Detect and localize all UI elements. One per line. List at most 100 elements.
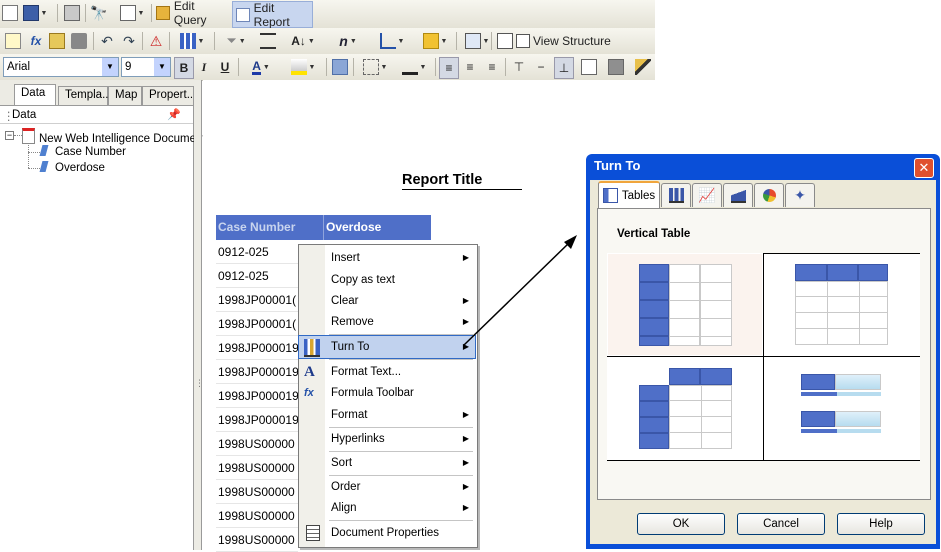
duplicate-button[interactable]: [496, 31, 514, 51]
tab-area-charts[interactable]: [723, 183, 753, 207]
tree-root-expander[interactable]: −: [5, 131, 14, 140]
menu-item-hyperlinks[interactable]: Hyperlinks ▶: [299, 428, 475, 450]
menu-item-document-properties[interactable]: Document Properties: [299, 522, 475, 544]
menu-item-format[interactable]: Format ▶: [299, 404, 475, 426]
break-button[interactable]: [259, 31, 277, 51]
menu-item-order[interactable]: Order ▶: [299, 476, 475, 498]
menu-item-sort[interactable]: Sort ▶: [299, 452, 475, 474]
ranking-button[interactable]: ▼: [374, 31, 410, 51]
table-option-horizontal[interactable]: [764, 254, 920, 355]
tab-tables[interactable]: Tables: [598, 181, 660, 208]
table-cell[interactable]: 1998JP000019: [216, 384, 298, 408]
pin-icon[interactable]: 📌: [167, 108, 181, 121]
view-structure-button[interactable]: View Structure: [516, 31, 616, 51]
tab-bar-charts[interactable]: [661, 183, 691, 207]
table-cell[interactable]: 1998JP000019: [216, 408, 298, 432]
tab-properties-label: Propert...: [149, 89, 194, 101]
menu-item-insert[interactable]: Insert ▶: [299, 247, 475, 269]
background-image-button[interactable]: [331, 57, 349, 77]
table-cell[interactable]: 1998US00000: [216, 432, 298, 456]
tab-pie-charts[interactable]: [754, 183, 784, 207]
close-button[interactable]: ✕: [914, 158, 934, 178]
format-painter-button[interactable]: [634, 57, 652, 77]
cancel-button[interactable]: Cancel: [737, 513, 825, 535]
merge-cells-button[interactable]: [607, 57, 625, 77]
formula-button[interactable]: fx: [26, 31, 46, 51]
table-cell[interactable]: 1998US00000: [216, 456, 298, 480]
table-cell[interactable]: 1998JP000019: [216, 336, 298, 360]
underline-button[interactable]: U: [216, 57, 234, 77]
sort-button[interactable]: A↓ ▼: [285, 31, 321, 51]
italic-button[interactable]: I: [195, 57, 213, 77]
table-cell[interactable]: 1998US00000: [216, 528, 298, 552]
table-option-vertical[interactable]: [608, 254, 762, 355]
menu-item-remove[interactable]: Remove ▶: [299, 311, 475, 333]
table-cell[interactable]: 1998US00000: [216, 504, 298, 528]
view-mode-button[interactable]: ▼: [117, 3, 147, 23]
help-button[interactable]: Help: [837, 513, 925, 535]
alerter-button[interactable]: ⚠: [147, 31, 165, 51]
column-header-overdose[interactable]: Overdose: [323, 215, 431, 240]
font-color-button[interactable]: A ▼: [243, 57, 279, 77]
table-cell[interactable]: 1998JP00001(: [216, 312, 298, 336]
borders-button[interactable]: ▼: [358, 57, 392, 77]
ok-button[interactable]: OK: [637, 513, 725, 535]
menu-item-format-text[interactable]: A Format Text...: [299, 361, 475, 383]
insert-cell-button[interactable]: [4, 31, 22, 51]
font-size-select[interactable]: 9 ▼: [121, 57, 171, 77]
tab-map[interactable]: Map: [108, 86, 142, 105]
border-color-button[interactable]: ▼: [396, 57, 432, 77]
track-button[interactable]: ▼: [461, 31, 493, 51]
align-bottom-button[interactable]: ⊥: [554, 57, 574, 79]
table-option-form[interactable]: [764, 357, 920, 459]
panel-splitter[interactable]: ⋮: [194, 80, 204, 550]
tab-data[interactable]: Data: [14, 84, 56, 105]
report-title[interactable]: Report Title: [402, 172, 522, 190]
align-center-button[interactable]: ≡: [461, 57, 479, 77]
bold-button[interactable]: B: [174, 57, 194, 79]
table-cell[interactable]: 0912-025: [216, 264, 298, 288]
print-button[interactable]: [63, 3, 81, 23]
new-document-button[interactable]: [2, 3, 18, 23]
alert-format-button[interactable]: ▼: [417, 31, 453, 51]
tree-item-overdose[interactable]: Overdose: [39, 161, 105, 177]
table-cell[interactable]: 1998JP000019: [216, 360, 298, 384]
edit-query-button[interactable]: Edit Query: [156, 0, 230, 27]
font-name-select[interactable]: Arial ▼: [3, 57, 119, 77]
menu-item-copy-as-text[interactable]: Copy as text: [299, 269, 475, 291]
tree-item-case-number[interactable]: Case Number: [39, 145, 126, 161]
tab-templates[interactable]: Templa...: [58, 86, 112, 105]
tree-item-document[interactable]: New Web Intelligence Document: [22, 128, 206, 145]
menu-item-clear[interactable]: Clear ▶: [299, 290, 475, 312]
undo-button[interactable]: ↶: [98, 31, 116, 51]
align-top-button[interactable]: ⊤: [510, 57, 528, 77]
table-cell[interactable]: 1998US00000: [216, 480, 298, 504]
variable-button[interactable]: [48, 31, 66, 51]
align-right-button[interactable]: ≡: [483, 57, 501, 77]
eraser-button[interactable]: [70, 31, 88, 51]
fill-color-button[interactable]: ▼: [285, 57, 321, 77]
menu-item-align[interactable]: Align ▶: [299, 497, 475, 519]
tab-properties[interactable]: Propert...: [142, 86, 194, 105]
table-option-crosstab[interactable]: [608, 357, 762, 459]
chart-button[interactable]: ▼: [174, 31, 210, 51]
header-cell: [639, 264, 669, 282]
column-header-case-number[interactable]: Case Number: [216, 215, 323, 240]
align-middle-button[interactable]: −: [532, 57, 550, 77]
tab-line-charts[interactable]: 📈: [692, 183, 722, 207]
chevron-down-icon: ▼: [349, 37, 357, 45]
edit-report-button[interactable]: Edit Report: [232, 1, 313, 29]
filter-button[interactable]: ⏷ ▼: [219, 31, 253, 51]
toolbar-row-3: Arial ▼ 9 ▼ B I U A ▼ ▼ ▼ ▼ ≡ ≡ ≡ ⊤ − ⊥: [0, 54, 655, 81]
wrap-text-button[interactable]: [580, 57, 598, 77]
menu-item-formula-toolbar[interactable]: fx Formula Toolbar: [299, 382, 475, 404]
table-cell[interactable]: 0912-025: [216, 240, 298, 264]
redo-button[interactable]: ↷: [120, 31, 138, 51]
tab-radar-charts[interactable]: ✦: [785, 183, 815, 207]
table-cell[interactable]: 1998JP00001(: [216, 288, 298, 312]
calculation-button[interactable]: n ▼: [331, 31, 365, 51]
find-button[interactable]: 🔭: [90, 3, 108, 23]
align-left-button[interactable]: ≡: [439, 57, 459, 79]
menu-item-turn-to[interactable]: Turn To ▶: [298, 335, 476, 359]
save-button[interactable]: ▼: [20, 3, 50, 23]
